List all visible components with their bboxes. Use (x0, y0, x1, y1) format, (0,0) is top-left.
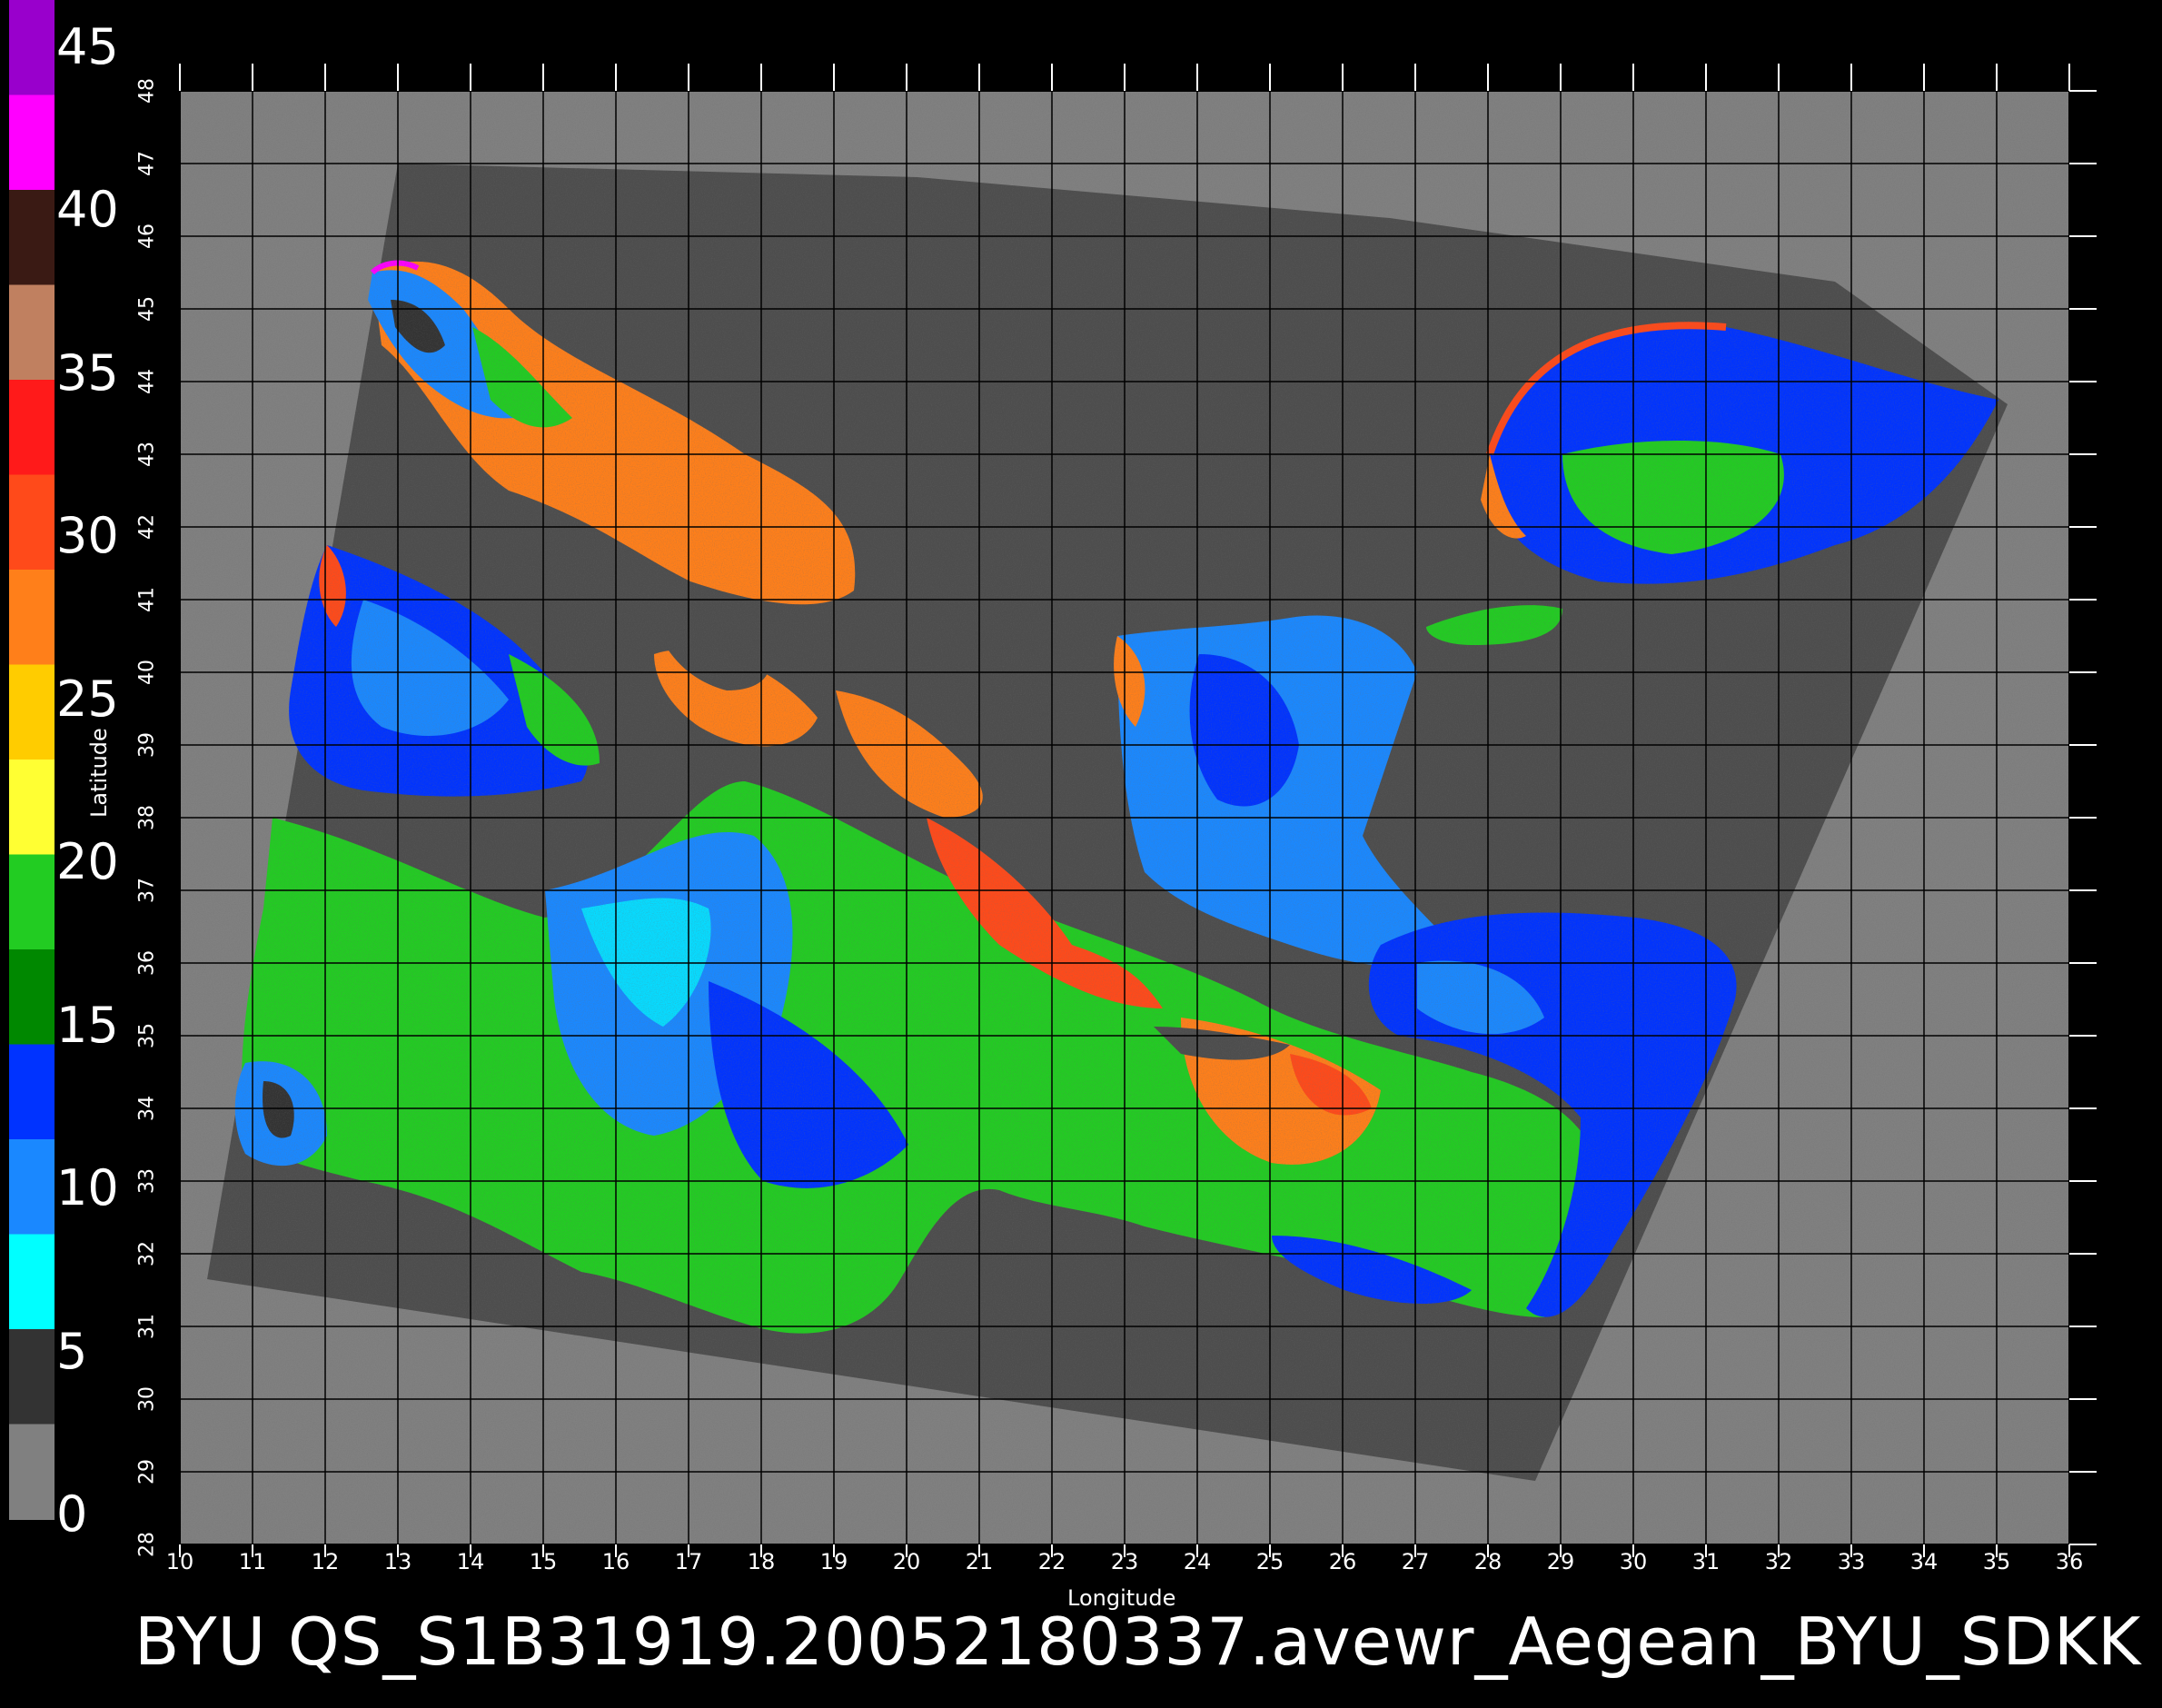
lon-tick-label: 19 (819, 1549, 848, 1574)
lon-tick-label: 34 (1909, 1549, 1939, 1574)
lat-tick-label: 36 (135, 950, 159, 976)
colorbar-label: 30 (56, 507, 119, 565)
colorbar-segment (9, 1139, 55, 1236)
colorbar-label: 0 (56, 1485, 88, 1543)
colorbar-label: 40 (56, 181, 119, 239)
colorbar-segment (9, 664, 55, 760)
lat-tick-label: 33 (135, 1168, 159, 1194)
lon-tick-label: 18 (747, 1549, 776, 1574)
lon-tick-label: 26 (1328, 1549, 1357, 1574)
colorbar-segment (9, 380, 55, 476)
lat-tick-label: 28 (135, 1532, 159, 1557)
lon-tick-label: 13 (383, 1549, 412, 1574)
lon-tick-label: 25 (1255, 1549, 1284, 1574)
lat-tick-label: 40 (135, 660, 159, 685)
lat-tick-label: 38 (135, 805, 159, 830)
lat-lon-grid (180, 91, 2069, 1544)
lat-tick-label: 45 (135, 296, 159, 322)
colorbar-segment (9, 190, 55, 286)
colorbar-segment (9, 854, 55, 950)
lat-tick-label: 31 (135, 1314, 159, 1339)
lon-tick-label: 23 (1110, 1549, 1139, 1574)
lat-tick-label: 39 (135, 732, 159, 758)
colorbar-segment (9, 1234, 55, 1330)
colorbar (9, 0, 55, 1520)
lon-tick-label: 11 (238, 1549, 267, 1574)
lon-tick-label: 20 (892, 1549, 921, 1574)
lon-tick-label: 35 (1982, 1549, 2011, 1574)
lon-tick-label: 15 (529, 1549, 558, 1574)
lat-tick-label: 46 (135, 223, 159, 249)
colorbar-segment (9, 760, 55, 856)
lon-tick-label: 21 (965, 1549, 994, 1574)
lon-tick-label: 24 (1183, 1549, 1212, 1574)
wind-speed-map (9, 0, 2097, 1557)
colorbar-label: 45 (56, 18, 119, 75)
colorbar-segment (9, 94, 55, 191)
lon-tick-label: 27 (1401, 1549, 1430, 1574)
colorbar-segment (9, 1044, 55, 1140)
colorbar-segment (9, 474, 55, 571)
lat-tick-label: 42 (135, 514, 159, 540)
colorbar-segment (9, 1424, 55, 1520)
lon-tick-label: 32 (1764, 1549, 1793, 1574)
colorbar-segment (9, 0, 55, 96)
lon-tick-label: 17 (674, 1549, 703, 1574)
colorbar-segment (9, 1329, 55, 1425)
lon-tick-label: 30 (1619, 1549, 1648, 1574)
lat-tick-label: 37 (135, 878, 159, 903)
lat-tick-label: 32 (135, 1241, 159, 1266)
map-content (180, 91, 2069, 1544)
lon-tick-label: 10 (165, 1549, 194, 1574)
footer-title: BYU QS_S1B31919.20052180337.avewr_Aegean… (134, 1604, 2142, 1680)
lat-tick-label: 41 (135, 587, 159, 612)
lon-tick-label: 16 (601, 1549, 630, 1574)
lon-tick-label: 33 (1837, 1549, 1866, 1574)
lat-tick-label: 34 (135, 1096, 159, 1121)
colorbar-segment (9, 949, 55, 1046)
lat-tick-label: 29 (135, 1459, 159, 1485)
lat-tick-label: 35 (135, 1023, 159, 1048)
lon-tick-label: 28 (1473, 1549, 1502, 1574)
y-axis-title: Latitude (86, 728, 112, 818)
lon-tick-label: 29 (1546, 1549, 1575, 1574)
lat-tick-label: 48 (135, 78, 159, 104)
colorbar-label: 5 (56, 1322, 88, 1380)
colorbar-label: 20 (56, 833, 119, 891)
colorbar-label: 35 (56, 343, 119, 402)
lon-tick-label: 31 (1691, 1549, 1721, 1574)
colorbar-segment (9, 284, 55, 381)
lat-tick-label: 44 (135, 369, 159, 394)
lon-tick-label: 12 (311, 1549, 340, 1574)
colorbar-segment (9, 570, 55, 666)
lon-tick-label: 36 (2055, 1549, 2084, 1574)
lat-tick-label: 47 (135, 151, 159, 176)
lon-tick-label: 22 (1037, 1549, 1066, 1574)
lat-tick-label: 43 (135, 442, 159, 467)
colorbar-label: 25 (56, 670, 119, 728)
colorbar-label: 15 (56, 996, 119, 1054)
lon-tick-label: 14 (456, 1549, 485, 1574)
colorbar-label: 10 (56, 1159, 119, 1217)
lat-tick-label: 30 (135, 1386, 159, 1412)
